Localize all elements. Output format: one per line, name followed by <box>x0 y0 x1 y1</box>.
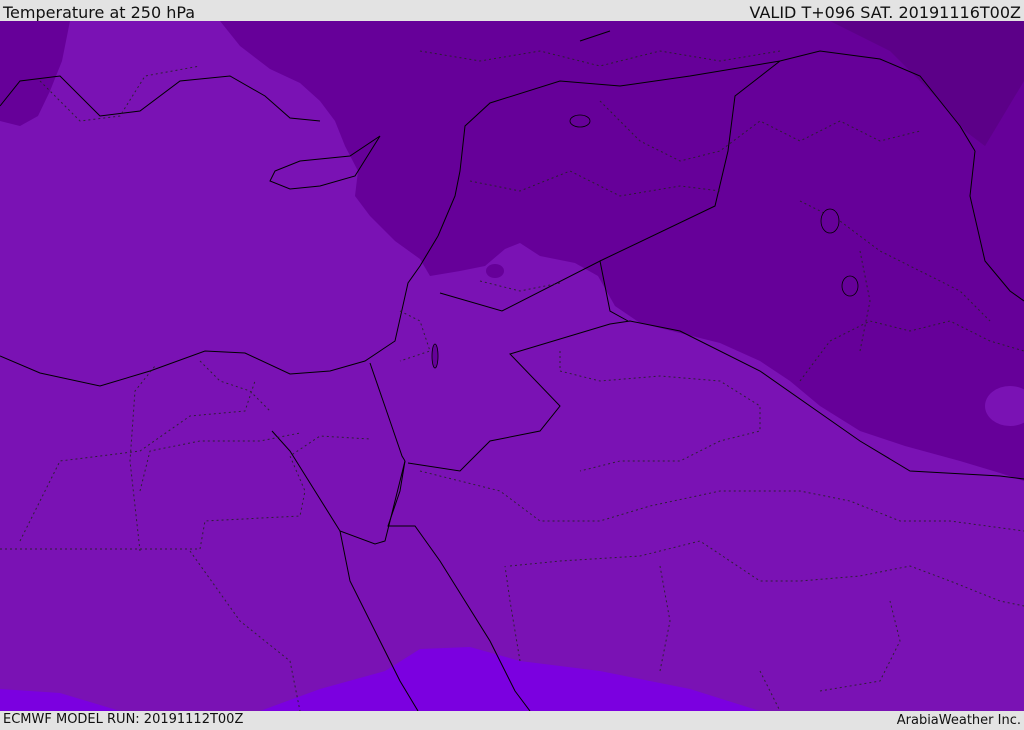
credit: ArabiaWeather Inc. <box>896 713 1021 728</box>
valid-time: VALID T+096 SAT. 20191116T00Z <box>749 3 1021 22</box>
map-title: Temperature at 250 hPa <box>3 3 196 22</box>
cold-spot-jordan <box>486 264 504 278</box>
temperature-map <box>0 21 1024 711</box>
footer-bar: ECMWF MODEL RUN: 20191112T00Z ArabiaWeat… <box>0 711 1024 729</box>
model-run: ECMWF MODEL RUN: 20191112T00Z <box>3 712 244 727</box>
header-bar: Temperature at 250 hPa VALID T+096 SAT. … <box>0 0 1024 22</box>
map-canvas <box>0 21 1024 711</box>
